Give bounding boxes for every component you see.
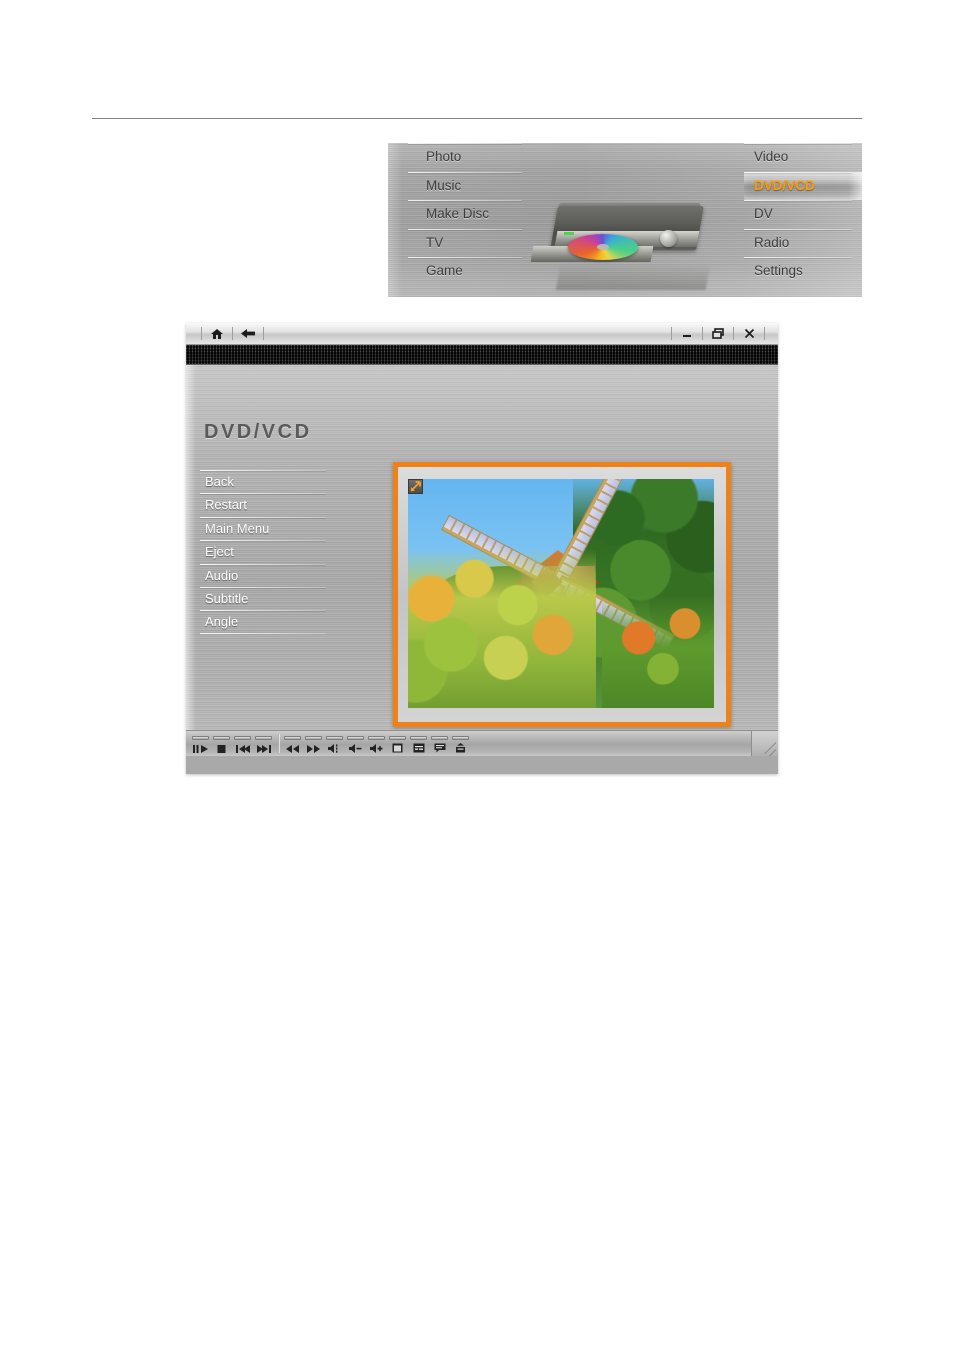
menu-item-label: Make Disc	[426, 206, 490, 222]
menu-item-label: Music	[426, 177, 462, 193]
playback-options-group	[278, 731, 475, 756]
previous-button[interactable]	[232, 733, 253, 756]
menu-item-tv[interactable]: TV	[402, 228, 548, 258]
menu-item-radio[interactable]: Radio	[744, 228, 862, 258]
right-foliage	[601, 594, 714, 708]
sidebar-item-label: Restart	[205, 497, 247, 513]
eject-button[interactable]	[450, 733, 471, 756]
menu-item-label: Radio	[754, 234, 790, 250]
menu-item-photo[interactable]: Photo	[402, 143, 548, 172]
menu-item-music[interactable]: Music	[402, 171, 548, 201]
menu-item-settings[interactable]: Settings	[744, 257, 862, 286]
stop-button[interactable]	[211, 733, 232, 756]
page-title: DVD/VCD	[204, 421, 312, 443]
resize-grip-icon[interactable]	[751, 731, 778, 756]
rewind-button[interactable]	[282, 733, 303, 756]
expand-arrow-icon[interactable]	[408, 479, 423, 494]
sidebar-item-eject[interactable]: Eject	[192, 540, 332, 563]
window-titlebar	[186, 323, 778, 345]
sidebar-item-restart[interactable]: Restart	[192, 493, 332, 516]
sidebar-item-angle[interactable]: Angle	[192, 610, 332, 635]
titlebar-divider	[671, 327, 672, 340]
window-controls-group	[666, 323, 770, 344]
player-led-icon	[564, 232, 574, 235]
menu-item-label: Photo	[426, 149, 462, 164]
titlebar-nav-group	[196, 326, 269, 341]
volume-up-button[interactable]	[366, 733, 387, 756]
sidebar-item-label: Subtitle	[205, 590, 249, 606]
volume-down-button[interactable]	[345, 733, 366, 756]
dvd-player-illustration	[530, 203, 722, 294]
sidebar-item-audio[interactable]: Audio	[192, 563, 332, 587]
subtitle-button[interactable]	[408, 733, 429, 756]
home-icon[interactable]	[207, 326, 227, 341]
restore-button[interactable]	[708, 326, 728, 341]
play-pause-button[interactable]	[190, 733, 211, 756]
sidebar-item-label: Eject	[205, 544, 234, 560]
menu-item-video[interactable]: Video	[744, 143, 862, 172]
main-menu-card: Photo Music Make Disc TV Game Video DVD/…	[388, 143, 862, 297]
menu-item-label: DVD/VCD	[754, 177, 815, 193]
titlebar-divider	[733, 327, 734, 340]
menu-item-dvd-vcd[interactable]: DVD/VCD	[744, 171, 862, 201]
menu-item-label: Settings	[754, 263, 803, 279]
sidebar-item-label: Audio	[205, 567, 239, 583]
menu-item-game[interactable]: Game	[402, 257, 548, 286]
video-frame[interactable]	[393, 462, 731, 727]
back-arrow-icon[interactable]	[238, 326, 258, 341]
player-disc	[568, 234, 638, 260]
playback-control-bar	[186, 730, 778, 756]
video-canvas[interactable]	[408, 479, 714, 708]
next-button[interactable]	[253, 733, 274, 756]
window-body: DVD/VCD Back Restart Main Menu Eject Aud…	[186, 365, 778, 756]
mute-button[interactable]	[324, 733, 345, 756]
menu-item-label: DV	[754, 206, 773, 222]
sidebar-item-subtitle[interactable]: Subtitle	[192, 586, 332, 610]
menu-item-make-disc[interactable]: Make Disc	[402, 200, 548, 229]
menu-button[interactable]	[429, 733, 450, 756]
sidebar-nav: Back Restart Main Menu Eject Audio Subti…	[192, 470, 332, 635]
player-reflection	[555, 264, 711, 290]
titlebar-divider	[702, 327, 703, 340]
fast-forward-button[interactable]	[303, 733, 324, 756]
sidebar-item-back[interactable]: Back	[192, 470, 332, 493]
menu-item-label: Game	[426, 263, 463, 279]
left-foliage	[408, 549, 596, 708]
menu-item-dv[interactable]: DV	[744, 200, 862, 229]
control-bar-filler	[475, 731, 751, 756]
sidebar-item-main-menu[interactable]: Main Menu	[192, 516, 332, 540]
titlebar-divider	[232, 327, 233, 340]
titlebar-divider	[764, 327, 765, 340]
fullscreen-button[interactable]	[387, 733, 408, 756]
menu-item-label: Video	[754, 149, 789, 164]
close-button[interactable]	[739, 326, 759, 341]
main-menu-right-column: Video DVD/VCD DV Radio Settings	[744, 143, 862, 286]
dvd-player-window: DVD/VCD Back Restart Main Menu Eject Aud…	[186, 323, 778, 774]
menu-item-label: TV	[426, 234, 444, 250]
transport-controls-group	[186, 731, 278, 756]
sidebar-item-label: Angle	[205, 614, 239, 630]
titlebar-divider	[263, 327, 264, 340]
minimize-button[interactable]	[677, 326, 697, 341]
video-frame-inner-bezel	[398, 467, 726, 722]
player-knob	[660, 230, 677, 247]
main-menu-left-column: Photo Music Make Disc TV Game	[402, 143, 548, 286]
page-header-rule	[92, 118, 862, 119]
speaker-grille-strip	[186, 345, 778, 365]
titlebar-divider	[201, 327, 202, 340]
sidebar-item-label: Main Menu	[205, 520, 270, 536]
sidebar-item-label: Back	[205, 474, 234, 489]
